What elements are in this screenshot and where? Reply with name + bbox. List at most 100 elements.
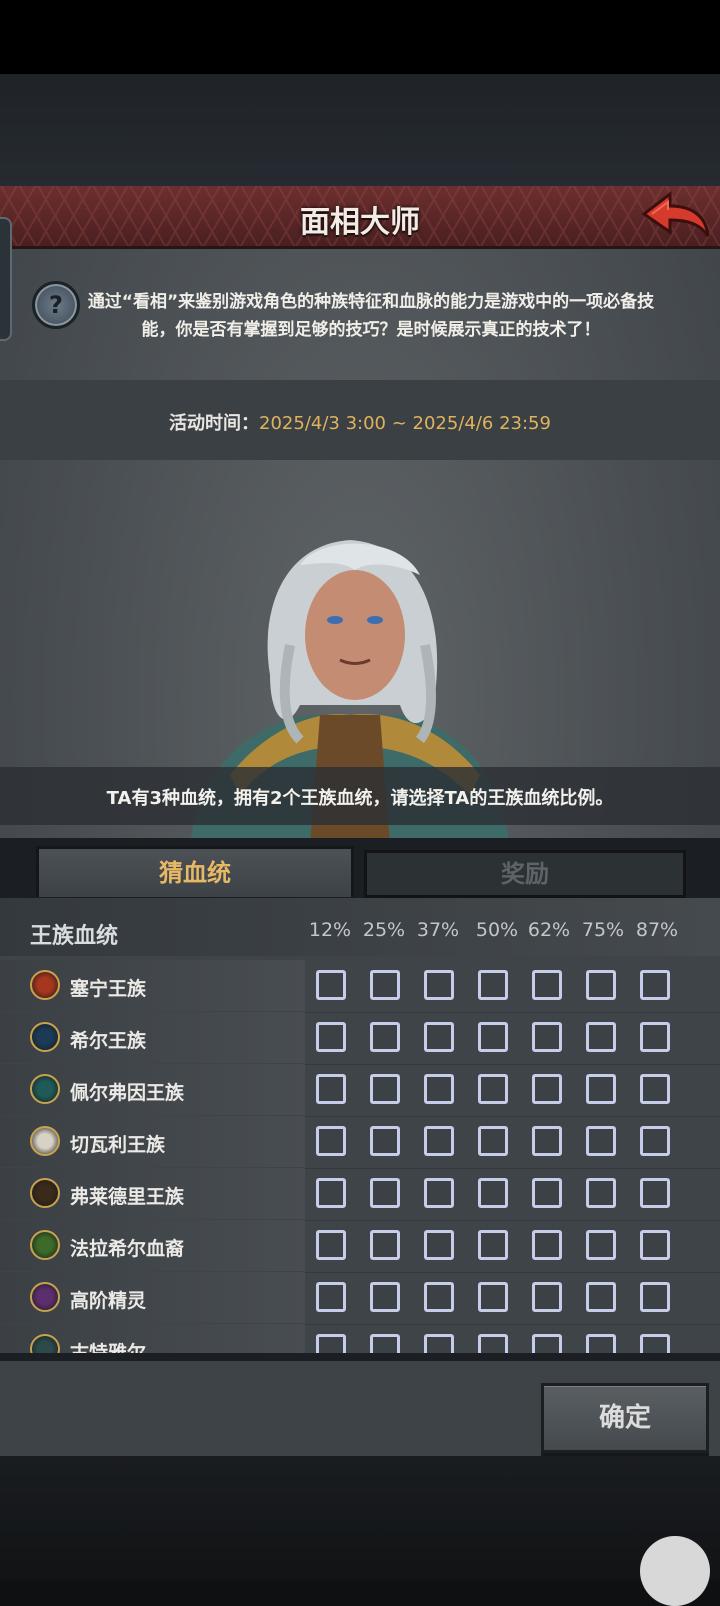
percentage-checkbox[interactable] bbox=[316, 970, 346, 1000]
percentage-checkbox[interactable] bbox=[424, 970, 454, 1000]
percentage-checkbox[interactable] bbox=[424, 1022, 454, 1052]
pelfoin-emblem-icon bbox=[30, 1074, 60, 1104]
bloodline-table: 王族血统 12% 25% 37% 50% 62% 75% 87% 塞宁王族希尔王… bbox=[0, 898, 720, 1353]
percentage-checkbox[interactable] bbox=[640, 1074, 670, 1104]
bloodline-name: 法拉希尔血裔 bbox=[70, 1238, 185, 1260]
percentage-checkbox[interactable] bbox=[370, 1126, 400, 1156]
percentage-checkbox[interactable] bbox=[478, 1334, 508, 1353]
percentage-checkbox[interactable] bbox=[586, 1230, 616, 1260]
pct-header: 12% bbox=[308, 919, 352, 941]
percentage-checkbox[interactable] bbox=[532, 1074, 562, 1104]
percentage-checkbox[interactable] bbox=[424, 1334, 454, 1353]
pct-header: 87% bbox=[635, 919, 679, 941]
percentage-checkbox[interactable] bbox=[316, 1022, 346, 1052]
side-tab[interactable] bbox=[0, 217, 12, 341]
bloodline-name: 塞宁王族 bbox=[70, 978, 147, 1000]
percentage-checkbox[interactable] bbox=[316, 1334, 346, 1353]
question-text: TA有3种血统，拥有2个王族血统，请选择TA的王族血统比例。 bbox=[106, 788, 614, 809]
percentage-checkbox[interactable] bbox=[532, 1334, 562, 1353]
event-time-value: 2025/4/3 3:00 ~ 2025/4/6 23:59 bbox=[259, 413, 551, 434]
bloodline-name: 古特雅尔 bbox=[70, 1342, 147, 1353]
pct-header: 50% bbox=[475, 919, 519, 941]
tab-guess-bloodline[interactable]: 猜血统 bbox=[36, 846, 354, 897]
percentage-checkbox[interactable] bbox=[478, 1126, 508, 1156]
table-header: 王族血统 12% 25% 37% 50% 62% 75% 87% bbox=[0, 898, 720, 956]
footer-area bbox=[0, 1456, 720, 1581]
high-elf-emblem-icon bbox=[30, 1282, 60, 1312]
percentage-checkbox[interactable] bbox=[640, 970, 670, 1000]
floating-assist-icon[interactable] bbox=[640, 1536, 710, 1606]
percentage-checkbox[interactable] bbox=[640, 1282, 670, 1312]
percentage-checkbox[interactable] bbox=[586, 1126, 616, 1156]
percentage-checkbox[interactable] bbox=[640, 1022, 670, 1052]
percentage-checkbox[interactable] bbox=[370, 1074, 400, 1104]
percentage-checkbox[interactable] bbox=[424, 1074, 454, 1104]
table-row: 切瓦利王族 bbox=[0, 1116, 720, 1169]
bloodline-name: 切瓦利王族 bbox=[70, 1134, 166, 1156]
percentage-checkbox[interactable] bbox=[532, 1178, 562, 1208]
confirm-button[interactable]: 确定 bbox=[541, 1383, 709, 1453]
percentage-checkbox[interactable] bbox=[640, 1126, 670, 1156]
percentage-checkbox[interactable] bbox=[640, 1230, 670, 1260]
percentage-checkbox[interactable] bbox=[640, 1334, 670, 1353]
percentage-checkbox[interactable] bbox=[586, 1334, 616, 1353]
percentage-checkbox[interactable] bbox=[424, 1126, 454, 1156]
percentage-checkbox[interactable] bbox=[478, 1178, 508, 1208]
back-arrow-icon bbox=[641, 190, 710, 237]
table-row: 佩尔弗因王族 bbox=[0, 1064, 720, 1117]
percentage-checkbox[interactable] bbox=[586, 1022, 616, 1052]
percentage-checkbox[interactable] bbox=[586, 1282, 616, 1312]
farahill-emblem-icon bbox=[30, 1230, 60, 1260]
pct-header: 75% bbox=[581, 919, 625, 941]
bloodline-name: 佩尔弗因王族 bbox=[70, 1082, 185, 1104]
percentage-checkbox[interactable] bbox=[532, 1230, 562, 1260]
pct-header: 37% bbox=[416, 919, 460, 941]
help-question-icon[interactable]: ? bbox=[32, 281, 80, 329]
event-description: 通过“看相”来鉴别游戏角色的种族特征和血脉的能力是游戏中的一项必备技能，你是否有… bbox=[87, 292, 655, 340]
percentage-checkbox[interactable] bbox=[532, 970, 562, 1000]
percentage-checkbox[interactable] bbox=[478, 970, 508, 1000]
hill-emblem-icon bbox=[30, 1022, 60, 1052]
bloodline-name: 弗莱德里王族 bbox=[70, 1186, 185, 1208]
event-time: 活动时间：2025/4/3 3:00 ~ 2025/4/6 23:59 bbox=[0, 409, 720, 435]
percentage-checkbox[interactable] bbox=[478, 1282, 508, 1312]
percentage-checkbox[interactable] bbox=[424, 1230, 454, 1260]
percentage-checkbox[interactable] bbox=[316, 1178, 346, 1208]
royal-bloodline-header: 王族血统 bbox=[30, 924, 119, 949]
event-time-label: 活动时间： bbox=[169, 413, 260, 434]
percentage-checkbox[interactable] bbox=[370, 970, 400, 1000]
bloodline-name: 高阶精灵 bbox=[70, 1290, 147, 1312]
percentage-checkbox[interactable] bbox=[478, 1022, 508, 1052]
tab-reward[interactable]: 奖励 bbox=[364, 850, 686, 898]
percentage-checkbox[interactable] bbox=[478, 1074, 508, 1104]
percentage-checkbox[interactable] bbox=[370, 1282, 400, 1312]
percentage-checkbox[interactable] bbox=[316, 1126, 346, 1156]
back-button[interactable] bbox=[640, 190, 712, 242]
table-row: 塞宁王族 bbox=[0, 960, 720, 1013]
percentage-checkbox[interactable] bbox=[370, 1178, 400, 1208]
percentage-checkbox[interactable] bbox=[316, 1282, 346, 1312]
pct-header: 25% bbox=[362, 919, 406, 941]
percentage-checkbox[interactable] bbox=[586, 1178, 616, 1208]
top-backdrop bbox=[0, 74, 720, 186]
percentage-checkbox[interactable] bbox=[586, 1074, 616, 1104]
chevalier-emblem-icon bbox=[30, 1126, 60, 1156]
percentage-checkbox[interactable] bbox=[586, 970, 616, 1000]
percentage-checkbox[interactable] bbox=[370, 1334, 400, 1353]
percentage-checkbox[interactable] bbox=[532, 1126, 562, 1156]
percentage-checkbox[interactable] bbox=[316, 1074, 346, 1104]
percentage-checkbox[interactable] bbox=[478, 1230, 508, 1260]
percentage-checkbox[interactable] bbox=[532, 1282, 562, 1312]
percentage-checkbox[interactable] bbox=[370, 1230, 400, 1260]
percentage-checkbox[interactable] bbox=[316, 1230, 346, 1260]
percentage-checkbox[interactable] bbox=[370, 1022, 400, 1052]
percentage-checkbox[interactable] bbox=[532, 1022, 562, 1052]
page-title: 面相大师 bbox=[300, 205, 420, 240]
percentage-checkbox[interactable] bbox=[424, 1178, 454, 1208]
bloodline-name: 希尔王族 bbox=[70, 1030, 147, 1052]
table-row: 法拉希尔血裔 bbox=[0, 1220, 720, 1273]
table-bottom-border bbox=[0, 1353, 720, 1361]
table-row: 古特雅尔 bbox=[0, 1324, 720, 1353]
percentage-checkbox[interactable] bbox=[424, 1282, 454, 1312]
percentage-checkbox[interactable] bbox=[640, 1178, 670, 1208]
